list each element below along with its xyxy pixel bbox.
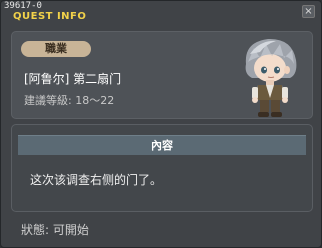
- recommended-level: 建議等級: 18～22: [24, 94, 115, 107]
- window-title: QUEST INFO: [13, 11, 87, 22]
- quest-summary-panel: 職業 [阿鲁尔] 第二扇门 建議等級: 18～22: [11, 31, 313, 119]
- quest-content-panel: 內容 这次该调查右侧的门了。: [11, 124, 313, 212]
- close-button[interactable]: ×: [302, 5, 315, 18]
- job-badge: 職業: [21, 41, 91, 57]
- quest-id-label: 39617-0: [4, 1, 42, 11]
- quest-status: 狀態: 可開始: [21, 223, 89, 237]
- npc-portrait: [245, 38, 297, 117]
- quest-name: [阿鲁尔] 第二扇门: [24, 72, 122, 86]
- content-header: 內容: [18, 135, 306, 155]
- content-text: 这次该调查右侧的门了。: [30, 173, 163, 187]
- quest-info-window: 39617-0 QUEST INFO × 職業 [阿鲁尔] 第二扇门 建議等級:…: [0, 0, 322, 248]
